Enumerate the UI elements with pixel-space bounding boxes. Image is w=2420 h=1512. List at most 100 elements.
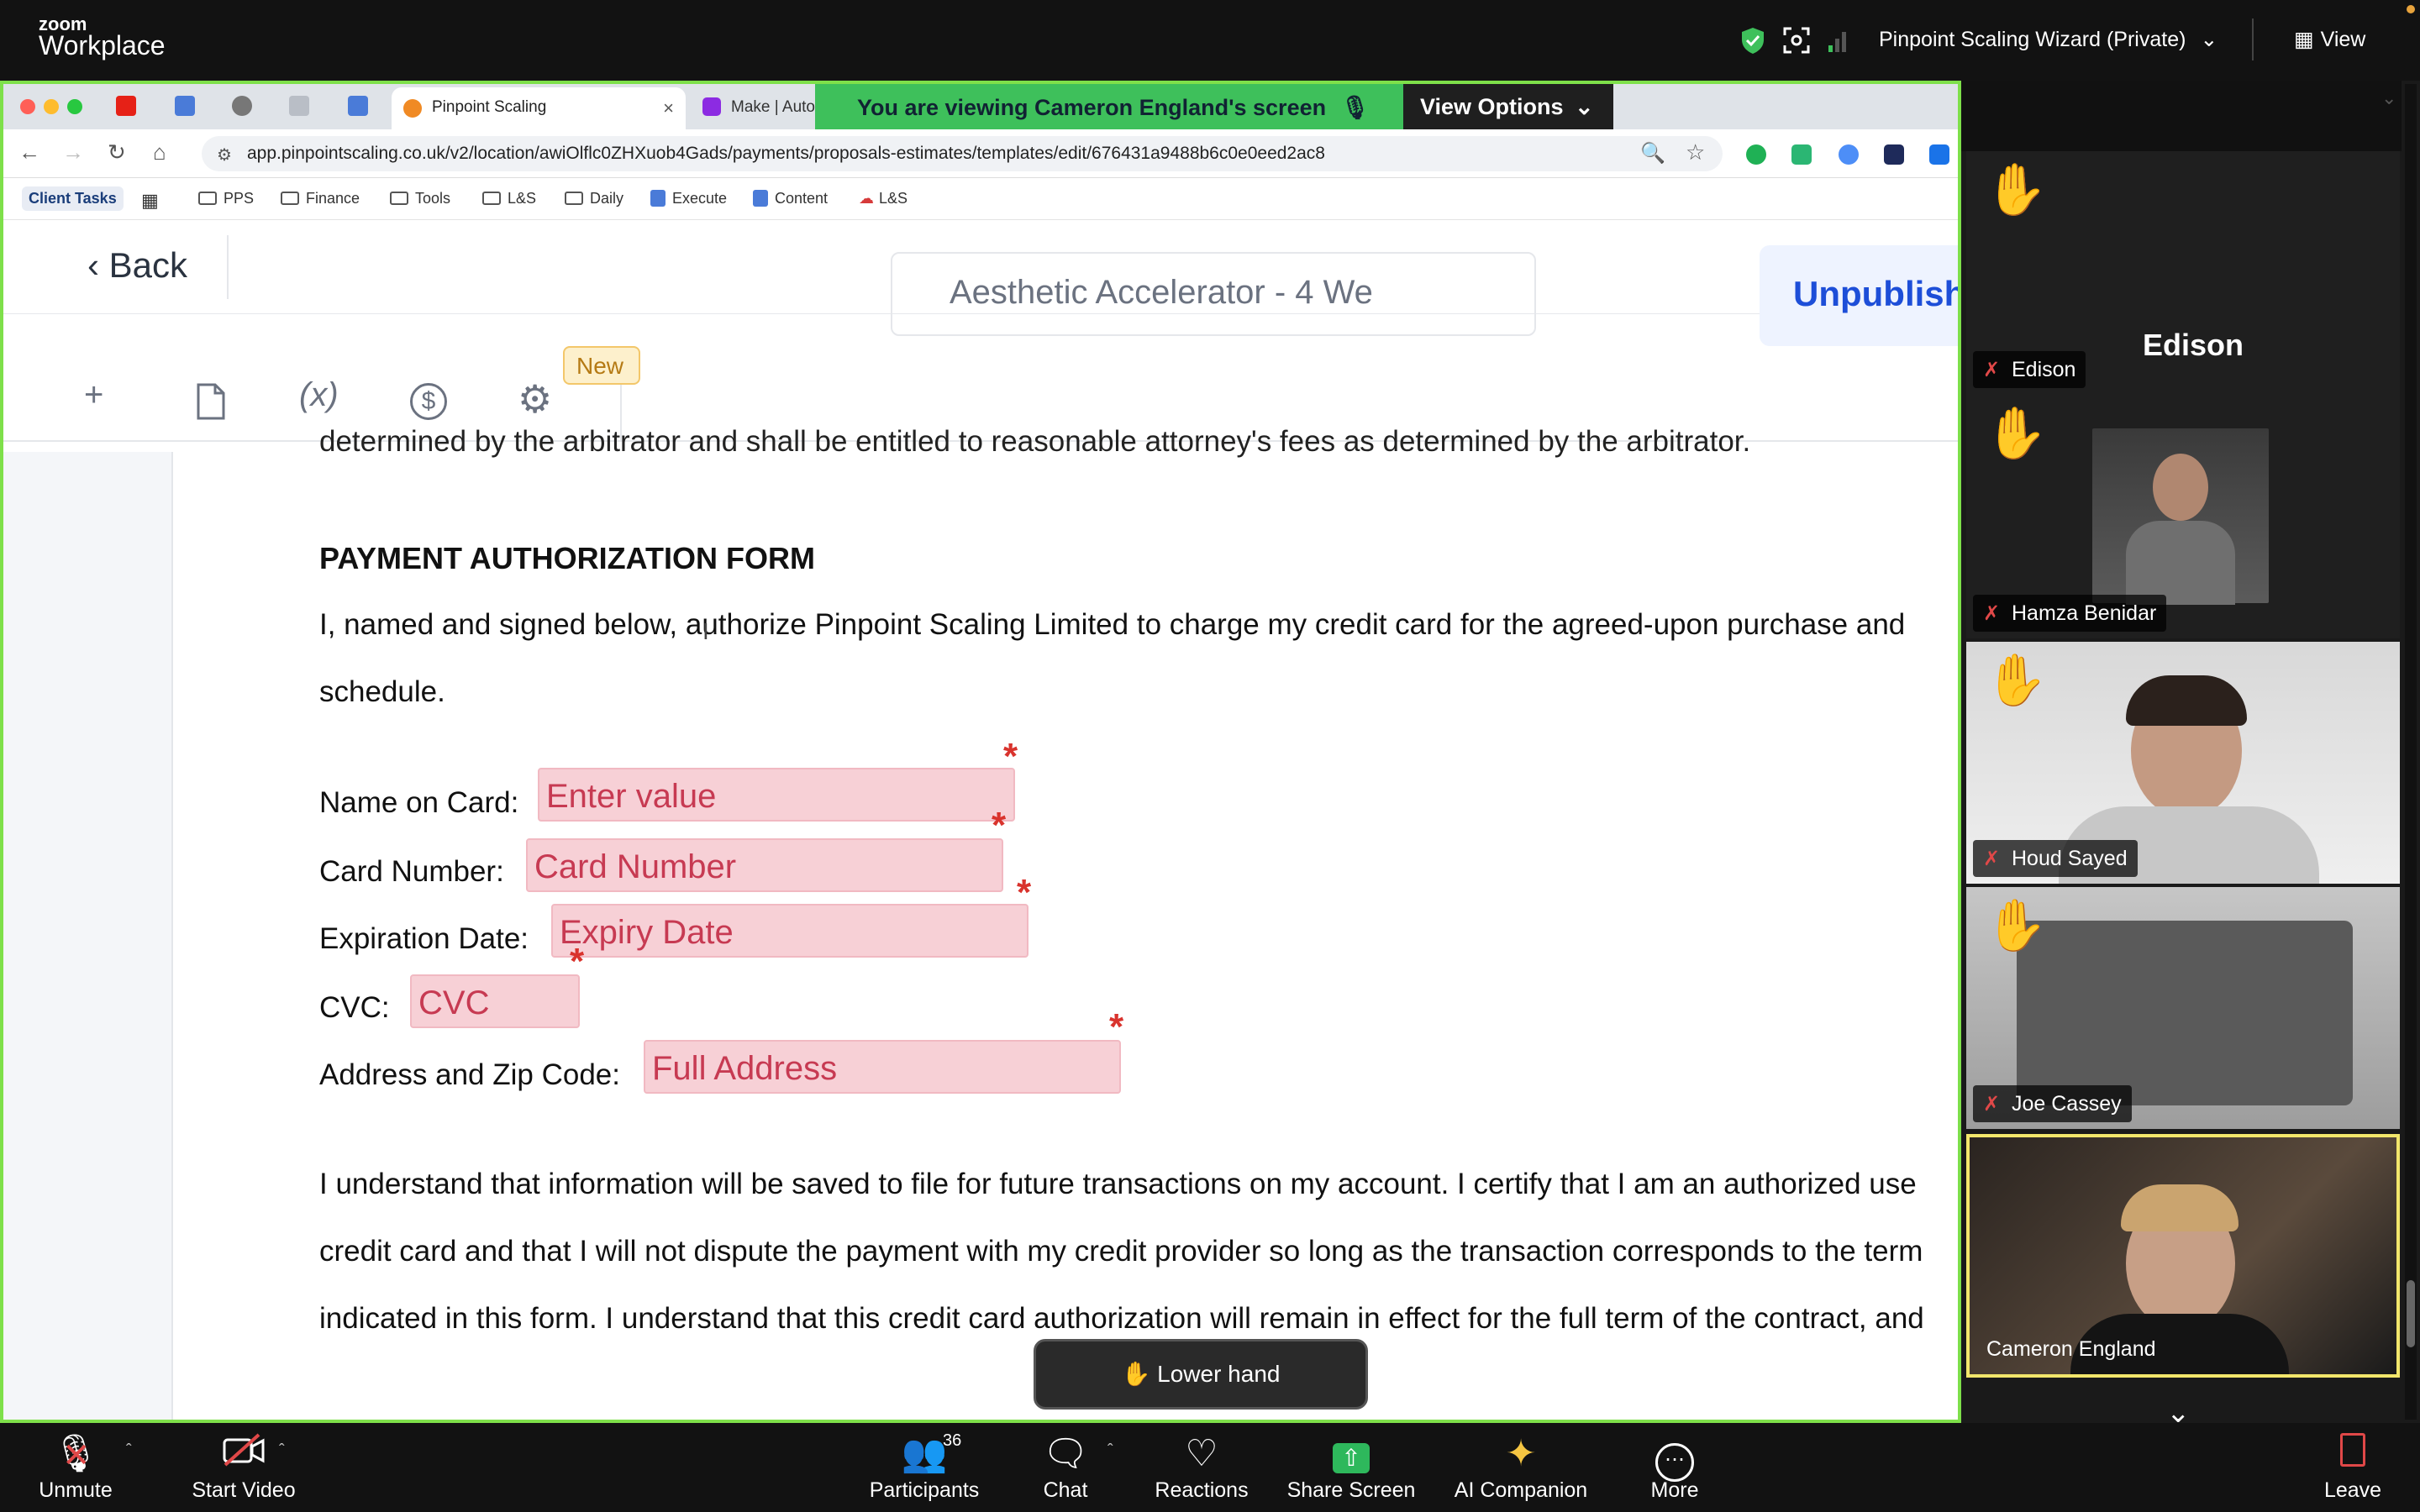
- understanding-text-line: credit card and that I will not dispute …: [319, 1235, 1923, 1268]
- settings-gear-icon[interactable]: ⚙: [518, 376, 552, 422]
- panel-header: ⌄: [1961, 81, 2402, 151]
- back-arrow-icon[interactable]: ←: [18, 139, 40, 165]
- start-video-button[interactable]: Start Video: [176, 1423, 311, 1512]
- bookmark-execute[interactable]: Execute: [650, 190, 727, 207]
- bookmark-ls[interactable]: L&S: [482, 190, 536, 207]
- bookmark-client-tasks[interactable]: Client Tasks: [22, 186, 124, 211]
- tab-pinpoint-scaling[interactable]: Pinpoint Scaling ×: [392, 87, 686, 129]
- extension-icon[interactable]: [1884, 144, 1904, 165]
- youtube-tab-icon[interactable]: [116, 96, 136, 116]
- reactions-button[interactable]: ♡ Reactions: [1148, 1423, 1255, 1512]
- view-options-button[interactable]: View Options ⌄: [1403, 84, 1613, 129]
- shield-check-icon[interactable]: [1738, 25, 1768, 55]
- maximize-window-icon[interactable]: [67, 99, 82, 114]
- docs-tab-icon[interactable]: [175, 96, 195, 116]
- field-placeholder: CVC: [418, 984, 490, 1021]
- bookmark-pps[interactable]: PPS: [198, 190, 254, 207]
- understanding-text-line: indicated in this form. I understand tha…: [319, 1302, 1924, 1335]
- chevron-down-icon[interactable]: ⌄: [2381, 87, 2396, 109]
- bookmark-content[interactable]: Content: [753, 190, 828, 207]
- add-element-icon[interactable]: +: [84, 376, 103, 414]
- more-button[interactable]: ⋯ More: [1628, 1423, 1721, 1512]
- folder-icon: [281, 192, 299, 205]
- extension-icon[interactable]: [1791, 144, 1812, 165]
- leave-button[interactable]: Leave: [2311, 1423, 2395, 1512]
- meeting-title-text: Pinpoint Scaling Wizard (Private): [1879, 28, 2186, 51]
- bookmark-daily[interactable]: Daily: [565, 190, 623, 207]
- viewing-banner-text: You are viewing Cameron England's screen: [857, 95, 1327, 120]
- bookmark-star-icon[interactable]: ☆: [1686, 139, 1705, 165]
- back-button[interactable]: ‹ Back: [87, 245, 187, 286]
- zoom-in-icon[interactable]: 🔍: [1640, 141, 1665, 165]
- extension-icon[interactable]: [1929, 144, 1949, 165]
- url-field[interactable]: ⚙ app.pinpointscaling.co.uk/v2/location/…: [202, 136, 1723, 171]
- pinned-tab-icon[interactable]: [289, 96, 309, 116]
- chat-options-caret-icon[interactable]: ˆ: [1107, 1441, 1113, 1461]
- card-number-field[interactable]: Card Number: [526, 838, 1003, 892]
- shared-screen: Pinpoint Scaling × Make | Auto You are v…: [0, 81, 1961, 1423]
- participant-tile[interactable]: ✋ ✗ Hamza Benidar: [1966, 395, 2400, 638]
- field-placeholder: Card Number: [534, 848, 737, 885]
- audio-options-caret-icon[interactable]: ˆ: [126, 1441, 132, 1461]
- unpublish-button[interactable]: Unpublish: [1760, 245, 1961, 346]
- focus-mode-icon[interactable]: [1781, 25, 1812, 55]
- bookmark-finance[interactable]: Finance: [281, 190, 360, 207]
- forward-arrow-icon[interactable]: →: [62, 139, 84, 165]
- left-panel: [3, 452, 173, 1420]
- chat-bubble-icon: 🗨: [1042, 1433, 1089, 1474]
- bookmark-label: Content: [775, 190, 829, 207]
- close-tab-icon[interactable]: ×: [663, 97, 674, 119]
- page-icon[interactable]: [195, 383, 225, 420]
- chatgpt-tab-icon[interactable]: [232, 96, 252, 116]
- participant-tile[interactable]: ✋ Edison ✗ Edison: [1966, 151, 2400, 395]
- cloud-icon: ☁: [859, 190, 874, 207]
- minimize-window-icon[interactable]: [44, 99, 59, 114]
- variables-icon[interactable]: (x): [299, 376, 339, 414]
- muted-mic-icon: 🎙 ✕: [52, 1433, 99, 1474]
- template-title-input[interactable]: Aesthetic Accelerator - 4 We: [891, 252, 1536, 336]
- extension-icon[interactable]: [1839, 144, 1859, 165]
- viewing-screen-banner: You are viewing Cameron England's screen…: [815, 84, 1403, 129]
- site-settings-icon[interactable]: ⚙: [217, 144, 232, 165]
- chat-label: Chat: [1043, 1478, 1088, 1502]
- bookmark-label: L&S: [508, 190, 537, 207]
- unpublish-label: Unpublish: [1793, 274, 1961, 313]
- meeting-title[interactable]: Pinpoint Scaling Wizard (Private) ⌄: [1879, 27, 2217, 52]
- participant-tile[interactable]: ✋ ✗ Joe Cassey: [1966, 887, 2400, 1129]
- cvc-field[interactable]: CVC: [410, 974, 580, 1028]
- grammarly-extension-icon[interactable]: [1746, 144, 1766, 165]
- panel-scrollbar-thumb[interactable]: [2407, 1280, 2415, 1347]
- docs-tab-icon-2[interactable]: [348, 96, 368, 116]
- bookmarks-bar: Client Tasks ▦ PPS Finance Tools L&S Dai…: [3, 178, 1958, 220]
- share-screen-button[interactable]: ⇧ Share Screen: [1282, 1423, 1420, 1512]
- ai-companion-button[interactable]: ✦ AI Companion: [1447, 1423, 1595, 1512]
- bookmark-ls-2[interactable]: ☁ L&S: [859, 190, 908, 207]
- expiry-date-field[interactable]: Expiry Date: [551, 904, 1028, 958]
- lower-hand-button[interactable]: ✋ Lower hand: [1034, 1339, 1368, 1410]
- unmute-button[interactable]: 🎙 ✕ Unmute: [25, 1423, 126, 1512]
- full-address-field[interactable]: Full Address: [644, 1040, 1121, 1094]
- view-button[interactable]: ▦ View: [2294, 27, 2365, 52]
- payment-dollar-icon[interactable]: $: [410, 383, 447, 420]
- name-on-card-field[interactable]: Enter value: [538, 768, 1015, 822]
- folder-icon: [390, 192, 408, 205]
- video-person-hair: [2126, 675, 2247, 726]
- participant-tile-active-speaker[interactable]: Cameron England: [1966, 1134, 2400, 1378]
- panel-scrollbar[interactable]: [2405, 84, 2417, 1420]
- bookmark-label: Daily: [590, 190, 624, 207]
- chat-button[interactable]: 🗨 Chat: [1023, 1423, 1107, 1512]
- reload-icon[interactable]: ↻: [108, 139, 126, 165]
- bookmark-tools[interactable]: Tools: [390, 190, 450, 207]
- apps-grid-icon[interactable]: ▦: [141, 190, 159, 212]
- close-window-icon[interactable]: [20, 99, 35, 114]
- field-placeholder: Full Address: [652, 1050, 838, 1087]
- connection-signal-icon[interactable]: [1822, 25, 1852, 55]
- tab-make[interactable]: Make | Auto: [731, 98, 815, 117]
- participants-button[interactable]: 👥 36 Participants: [857, 1423, 992, 1512]
- video-person-body: [2126, 521, 2235, 605]
- folder-icon: [482, 192, 501, 205]
- home-icon[interactable]: ⌂: [153, 139, 166, 165]
- video-options-caret-icon[interactable]: ˆ: [279, 1441, 285, 1461]
- required-asterisk: *: [1017, 872, 1032, 913]
- participant-tile[interactable]: ✋ ✗ Houd Sayed: [1966, 642, 2400, 884]
